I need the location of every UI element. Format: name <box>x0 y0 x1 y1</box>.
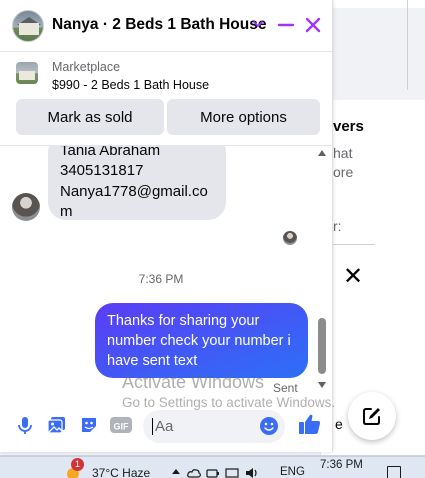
sender-avatar[interactable] <box>12 193 40 221</box>
listing-thumbnail[interactable] <box>16 62 38 84</box>
listing-avatar[interactable] <box>12 10 44 42</box>
background-divider <box>407 0 408 90</box>
side-card-line: hat <box>333 145 353 161</box>
incoming-message-bubble[interactable]: Tania Abraham 3405131817 Nanya1778@gmail… <box>48 146 226 220</box>
thumbnail-house <box>19 71 35 80</box>
message-line: m <box>60 203 73 220</box>
marketplace-bar: Marketplace $990 - 2 Beds 1 Bath House M… <box>0 52 333 146</box>
sticker-icon[interactable] <box>78 414 100 436</box>
side-card-field-label: r: <box>333 218 342 234</box>
house-body <box>19 23 39 35</box>
message-input-placeholder: Aa <box>155 418 174 435</box>
minimize-icon[interactable] <box>276 15 296 35</box>
thumbs-up-icon[interactable] <box>297 412 323 436</box>
sent-status: Sent <box>273 381 298 395</box>
emoji-icon[interactable] <box>259 416 279 436</box>
scroll-thumb[interactable] <box>318 318 326 374</box>
side-card-fragment: e <box>335 416 343 432</box>
text-cursor <box>152 418 153 435</box>
more-options-button[interactable]: More options <box>167 99 320 135</box>
taskbar-clock[interactable]: 7:36 PM <box>320 459 363 471</box>
message-input[interactable]: Aa <box>143 410 285 443</box>
scroll-up-arrow-icon[interactable] <box>318 150 326 156</box>
cloud-icon[interactable] <box>187 467 201 478</box>
windows-taskbar: 1 37°C Haze ENG 7:36 PM <box>0 456 425 478</box>
listing-price-title[interactable]: $990 - 2 Beds 1 Bath House <box>52 78 209 92</box>
marketplace-label: Marketplace <box>52 60 121 74</box>
side-card-title: vers <box>333 118 364 135</box>
outgoing-message-bubble[interactable]: Thanks for sharing your number check you… <box>95 303 308 378</box>
side-card-line: ore <box>333 164 354 180</box>
chevron-down-icon[interactable] <box>251 17 265 31</box>
gif-icon[interactable]: GIF <box>109 414 133 436</box>
compose-icon <box>363 408 380 425</box>
close-icon[interactable] <box>303 15 323 35</box>
side-card-rule <box>333 244 375 245</box>
side-card-text: hat ore <box>333 144 353 182</box>
chat-title[interactable]: Nanya · 2 Beds 1 Bath House <box>52 16 266 34</box>
message-line: Tania Abraham <box>60 146 161 159</box>
show-hidden-icons-chevron-icon[interactable] <box>172 469 180 474</box>
battery-icon[interactable] <box>206 467 220 478</box>
network-icon[interactable] <box>225 467 239 478</box>
input-language[interactable]: ENG <box>280 466 305 478</box>
message-scrollbar[interactable] <box>316 146 328 394</box>
weather-notification-badge: 1 <box>71 458 84 471</box>
weather-temperature[interactable]: 37°C Haze <box>92 466 150 478</box>
seen-by-avatar <box>283 231 297 245</box>
mark-as-sold-button[interactable]: Mark as sold <box>16 99 164 135</box>
side-card-close-icon[interactable]: ✕ <box>343 262 363 291</box>
photo-icon[interactable] <box>46 414 68 436</box>
chat-header[interactable]: Nanya · 2 Beds 1 Bath House <box>0 0 333 52</box>
message-list[interactable]: Tania Abraham 3405131817 Nanya1778@gmail… <box>0 146 333 394</box>
microphone-icon[interactable] <box>14 414 36 436</box>
volume-icon[interactable] <box>245 467 259 478</box>
svg-text:GIF: GIF <box>114 422 130 432</box>
scroll-down-arrow-icon[interactable] <box>318 382 326 388</box>
message-timestamp: 7:36 PM <box>138 272 184 286</box>
new-message-button[interactable] <box>348 392 396 440</box>
message-composer: GIF Aa <box>0 400 333 452</box>
message-line: Nanya1778@gmail.co <box>60 183 208 200</box>
message-line: 3405131817 <box>60 162 144 179</box>
notification-center-icon[interactable] <box>387 466 401 478</box>
screen: vers hat ore r: ✕ e Nanya · 2 Beds 1 Bat… <box>0 0 425 478</box>
chat-window: Nanya · 2 Beds 1 Bath House Marketplace … <box>0 0 333 452</box>
